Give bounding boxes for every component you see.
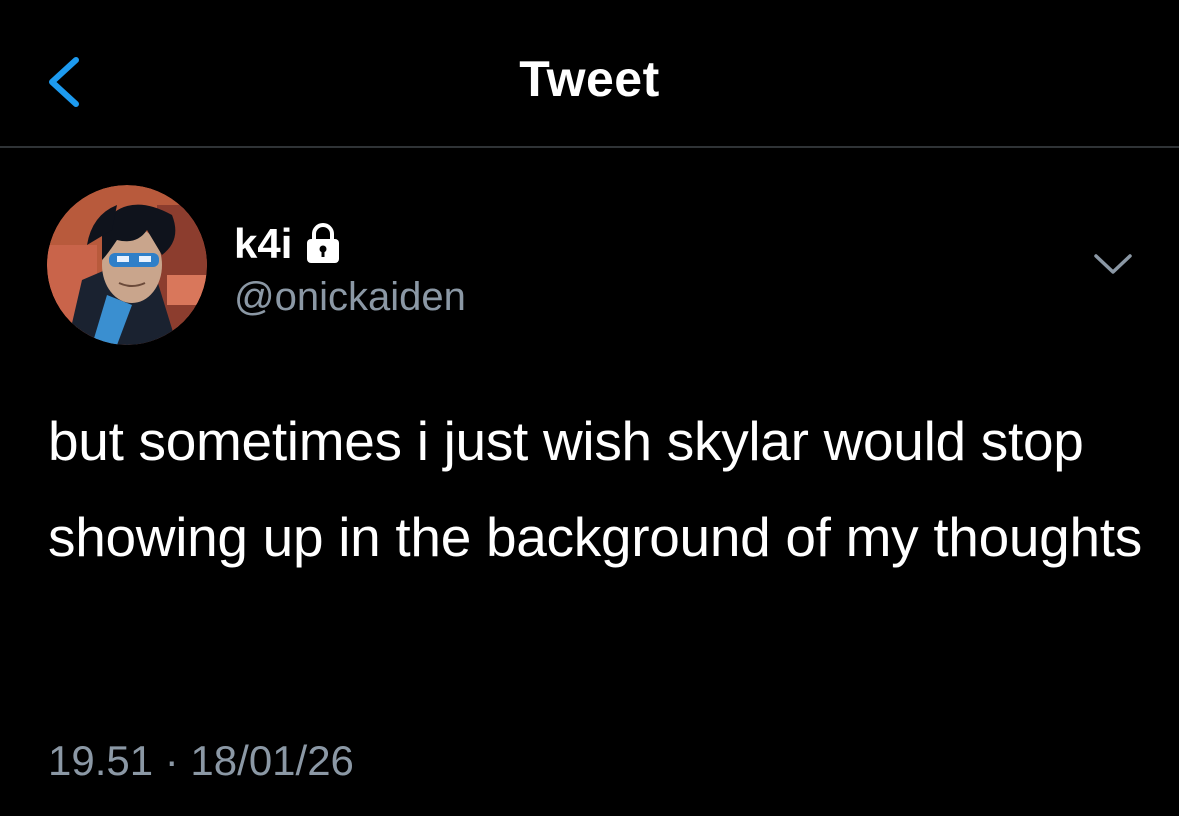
top-navigation-bar: Tweet bbox=[0, 0, 1179, 148]
author-name-row[interactable]: k4i bbox=[234, 216, 342, 272]
lock-icon bbox=[304, 222, 342, 266]
page-title: Tweet bbox=[519, 51, 660, 107]
tweet-text: but sometimes i just wish skylar would s… bbox=[48, 410, 1142, 568]
tweet-detail: k4i @onickaiden but sometimes i just wis… bbox=[0, 150, 1179, 816]
more-options-button[interactable] bbox=[1090, 250, 1136, 280]
avatar[interactable] bbox=[47, 185, 207, 345]
author-handle[interactable]: @onickaiden bbox=[234, 272, 466, 322]
display-name: k4i bbox=[234, 220, 293, 267]
tweet-timestamp[interactable]: 19.51 · 18/01/26 bbox=[48, 736, 354, 786]
chevron-down-icon bbox=[1094, 254, 1132, 274]
avatar-illustration bbox=[47, 185, 207, 345]
